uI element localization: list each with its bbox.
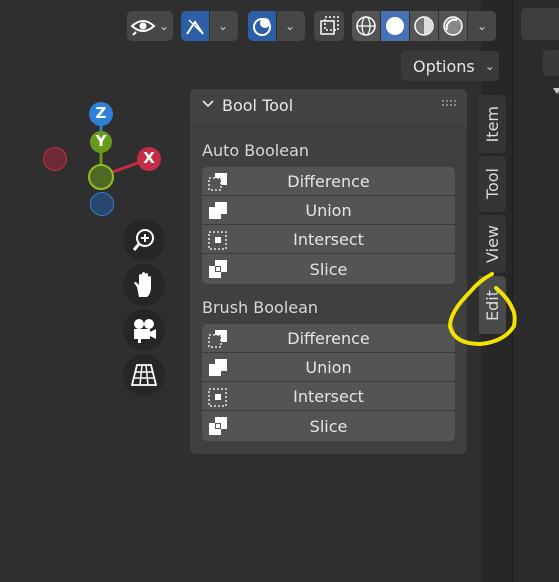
wireframe-shading-icon: [356, 16, 376, 36]
wireframe-shading-button[interactable]: [352, 11, 380, 41]
auto-intersect-button[interactable]: Intersect: [202, 225, 455, 254]
expand-triangle-icon[interactable]: [553, 88, 559, 94]
gizmo-icon: [186, 19, 204, 35]
slice-icon: [209, 417, 227, 435]
button-label: Slice: [309, 416, 348, 436]
brush-intersect-button[interactable]: Intersect: [202, 382, 455, 411]
material-shading-icon: [414, 16, 434, 36]
chevron-down-icon: ⌄: [484, 59, 495, 73]
solid-shading-button[interactable]: [381, 11, 409, 41]
tab-edit[interactable]: Edit: [479, 276, 506, 334]
button-label: Intersect: [293, 229, 364, 249]
button-label: Difference: [287, 328, 370, 348]
chevron-down-icon: ⌄: [159, 19, 170, 33]
tab-item[interactable]: Item: [479, 95, 506, 153]
neg-x-axis-dot[interactable]: [43, 147, 67, 171]
chevron-down-icon: ⌄: [476, 19, 488, 33]
chevron-down-icon: ⌄: [285, 19, 296, 33]
camera-icon: [134, 319, 156, 343]
pan-hand-icon: [134, 272, 151, 297]
x-axis-label: X: [143, 149, 155, 167]
gizmo-dropdown[interactable]: ⌄: [210, 11, 238, 41]
tab-view[interactable]: View: [479, 215, 506, 273]
auto-difference-button[interactable]: Difference: [202, 167, 455, 196]
panel-header[interactable]: Bool Tool: [190, 89, 467, 123]
solid-shading-icon: [386, 17, 404, 35]
auto-boolean-buttons: Difference Union Intersect Slice: [202, 167, 455, 284]
union-icon: [209, 202, 227, 219]
options-label: Options: [413, 56, 475, 76]
camera-button[interactable]: [123, 309, 165, 351]
overlay-dropdown[interactable]: ⌄: [277, 11, 305, 41]
tab-tool[interactable]: Tool: [479, 156, 506, 212]
chevron-down-icon: ⌄: [218, 19, 229, 33]
slice-icon: [209, 260, 227, 278]
xray-toggle[interactable]: [314, 11, 344, 41]
brush-boolean-buttons: Difference Union Intersect Slice: [202, 324, 455, 441]
tab-label: Item: [483, 105, 502, 143]
xray-icon: [320, 16, 339, 35]
button-label: Union: [305, 357, 352, 377]
rendered-shading-button[interactable]: [439, 11, 467, 41]
visibility-dropdown[interactable]: ⌄: [127, 11, 173, 41]
section-label-brush-boolean: Brush Boolean: [202, 298, 319, 317]
perspective-grid-icon: [131, 364, 157, 386]
tab-label: Tool: [483, 168, 502, 200]
tab-label: Edit: [483, 289, 502, 321]
visibility-icon: [130, 20, 156, 36]
neg-z-axis-dot[interactable]: [90, 192, 114, 216]
brush-union-button[interactable]: Union: [202, 353, 455, 382]
overlay-toggle[interactable]: [248, 11, 276, 41]
brush-difference-button[interactable]: Difference: [202, 324, 455, 353]
z-axis-label: Z: [95, 104, 107, 122]
pan-button[interactable]: [123, 264, 165, 306]
perspective-button[interactable]: [123, 354, 165, 396]
drag-grip-icon[interactable]: [441, 99, 457, 107]
material-shading-button[interactable]: [410, 11, 438, 41]
neg-y-axis-dot[interactable]: [88, 164, 114, 190]
chevron-down-icon[interactable]: [201, 96, 215, 114]
zoom-icon: [132, 229, 154, 251]
panel-title: Bool Tool: [222, 96, 294, 115]
options-button[interactable]: Options ⌄: [401, 51, 499, 81]
zoom-button[interactable]: [123, 219, 165, 261]
union-icon: [209, 359, 227, 376]
difference-icon: [208, 330, 227, 348]
intersect-icon: [208, 231, 227, 250]
button-label: Slice: [309, 259, 348, 279]
brush-slice-button[interactable]: Slice: [202, 411, 455, 441]
y-axis-label: Y: [95, 132, 107, 150]
intersect-icon: [208, 388, 227, 407]
section-label-auto-boolean: Auto Boolean: [202, 141, 310, 160]
rendered-shading-icon: [443, 16, 463, 36]
button-label: Difference: [287, 171, 370, 191]
auto-union-button[interactable]: Union: [202, 196, 455, 225]
shading-dropdown[interactable]: ⌄: [468, 11, 496, 41]
outliner-region: [512, 0, 559, 582]
auto-slice-button[interactable]: Slice: [202, 254, 455, 284]
difference-icon: [208, 173, 227, 191]
button-label: Intersect: [293, 386, 364, 406]
gizmo-toggle[interactable]: [181, 11, 209, 41]
overlay-icon: [253, 18, 271, 36]
outliner-header[interactable]: [521, 8, 559, 40]
button-label: Union: [305, 200, 352, 220]
tab-label: View: [483, 225, 502, 263]
outliner-filter[interactable]: [543, 50, 559, 76]
bool-tool-panel: Bool Tool Auto Boolean Difference Union: [190, 89, 467, 454]
